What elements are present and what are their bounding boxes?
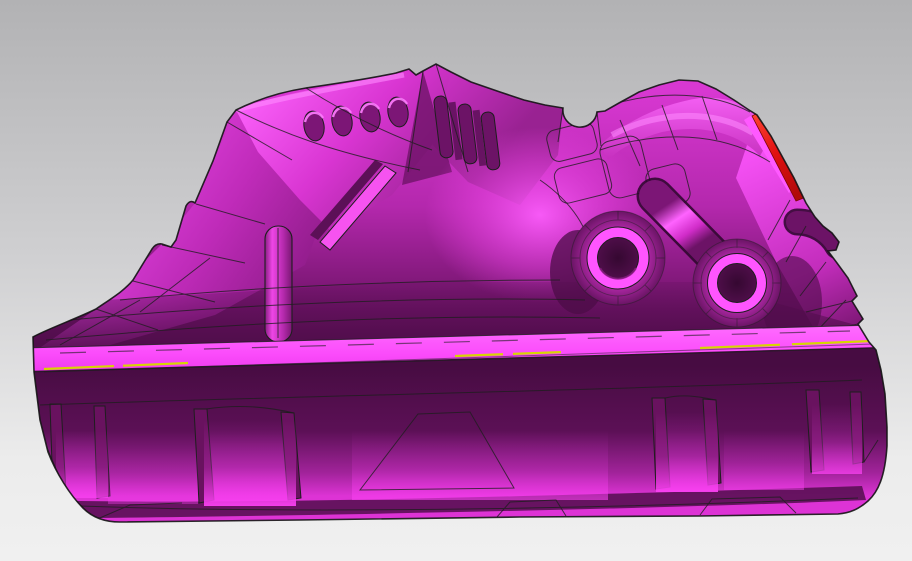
graphics-viewport[interactable] [0,0,912,561]
model-render [0,0,912,561]
ring-boss-front-right[interactable] [693,239,781,327]
cad-model-body[interactable] [0,40,912,525]
bore-hole-right[interactable] [718,264,757,303]
ring-boss-front-left[interactable] [571,211,665,305]
